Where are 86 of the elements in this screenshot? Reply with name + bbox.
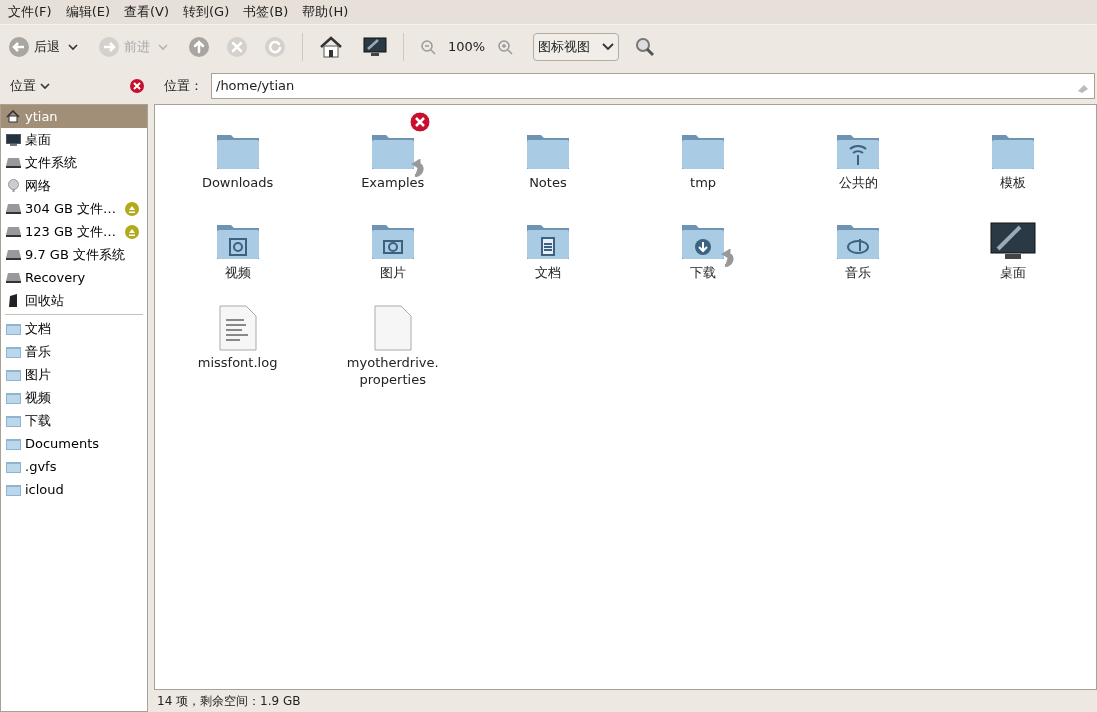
drive-icon bbox=[5, 203, 21, 214]
file-item[interactable]: tmp bbox=[625, 111, 781, 201]
caret-icon bbox=[40, 82, 50, 90]
file-item[interactable]: 下载 bbox=[625, 201, 781, 291]
drive-icon bbox=[5, 272, 21, 283]
file-name: 公共的 bbox=[838, 174, 878, 191]
sidebar-item[interactable]: Documents bbox=[1, 432, 147, 455]
monitor-icon[interactable] bbox=[363, 36, 387, 57]
back-button[interactable]: 后退 bbox=[8, 35, 60, 58]
file-name: missfont.log bbox=[197, 354, 278, 371]
file-item[interactable]: 文档 bbox=[470, 201, 626, 291]
sidebar-item[interactable]: 图片 bbox=[1, 363, 147, 386]
file-name: Examples bbox=[361, 174, 425, 191]
status-text: 14 项，剩余空间：1.9 GB bbox=[157, 693, 301, 710]
file-name: tmp bbox=[690, 174, 717, 191]
monitor-icon bbox=[5, 133, 21, 146]
file-item[interactable]: 图片 bbox=[315, 201, 471, 291]
folder-icon bbox=[5, 483, 21, 496]
location-field[interactable]: /home/ytian bbox=[211, 73, 1095, 99]
sidebar-item[interactable]: 桌面 bbox=[1, 128, 147, 151]
file-name: 图片 bbox=[379, 264, 406, 281]
folder-icon bbox=[5, 437, 21, 450]
file-item[interactable]: 桌面 bbox=[935, 201, 1091, 291]
file-item[interactable]: missfont.log bbox=[160, 291, 316, 392]
file-item[interactable]: Notes bbox=[470, 111, 626, 201]
menu-item[interactable]: 帮助(H) bbox=[302, 2, 349, 22]
sidebar-item[interactable]: 9.7 GB 文件系统 bbox=[1, 243, 147, 266]
sidebar-item[interactable]: 下载 bbox=[1, 409, 147, 432]
sidebar-item[interactable]: .gvfs bbox=[1, 455, 147, 478]
monitor-icon bbox=[990, 221, 1037, 261]
folder-icon bbox=[5, 322, 21, 335]
eject-icon[interactable] bbox=[125, 224, 139, 239]
folder-icon bbox=[5, 460, 21, 473]
file-name: Downloads bbox=[201, 174, 274, 191]
file-name: Notes bbox=[529, 174, 567, 191]
file-item[interactable]: 视频 bbox=[160, 201, 316, 291]
drive-icon bbox=[5, 226, 21, 237]
menu-item[interactable]: 转到(G) bbox=[183, 2, 230, 22]
zoom-level: 100% bbox=[448, 37, 486, 56]
sidebar-item[interactable]: 文档 bbox=[1, 317, 147, 340]
drive-icon bbox=[5, 157, 21, 168]
sidebar-title[interactable]: 位置 bbox=[10, 76, 50, 96]
file-item[interactable]: myotherdrive. properties bbox=[315, 291, 471, 392]
file-name: 音乐 bbox=[845, 264, 872, 281]
sidebar-item[interactable]: 视频 bbox=[1, 386, 147, 409]
location-label: 位置： bbox=[164, 77, 203, 96]
caret-icon bbox=[602, 42, 615, 51]
folder-icon bbox=[5, 391, 21, 404]
folder-icon bbox=[5, 345, 21, 358]
house-icon bbox=[6, 110, 20, 123]
zoom-out-icon[interactable] bbox=[420, 38, 436, 55]
eject-icon[interactable] bbox=[125, 201, 139, 216]
sidebar-item[interactable]: Recovery bbox=[1, 266, 147, 289]
blank-file-icon bbox=[372, 305, 413, 351]
menu-item[interactable]: 书签(B) bbox=[243, 2, 289, 22]
caret-icon[interactable] bbox=[68, 42, 78, 51]
close-icon[interactable] bbox=[130, 79, 144, 93]
sidebar-item[interactable]: 音乐 bbox=[1, 340, 147, 363]
file-item[interactable]: Downloads bbox=[160, 111, 316, 201]
folder-icon bbox=[5, 368, 21, 381]
text-file-icon bbox=[217, 305, 258, 351]
menu-item[interactable]: 查看(V) bbox=[124, 2, 170, 22]
sidebar-item[interactable]: icloud bbox=[1, 478, 147, 501]
file-name: 下载 bbox=[690, 264, 717, 281]
menu-item[interactable]: 文件(F) bbox=[8, 2, 52, 22]
sidebar-item[interactable]: 文件系统 bbox=[1, 151, 147, 174]
home-icon[interactable] bbox=[319, 35, 343, 58]
file-name: 模板 bbox=[1000, 174, 1027, 191]
file-item[interactable]: Examples bbox=[315, 111, 471, 201]
file-name: myotherdrive. properties bbox=[346, 354, 439, 388]
sidebar-item[interactable]: 网络 bbox=[1, 174, 147, 197]
file-item[interactable]: 模板 bbox=[935, 111, 1091, 201]
zoom-in-icon[interactable] bbox=[497, 38, 514, 55]
file-item[interactable]: 音乐 bbox=[780, 201, 936, 291]
menu-item[interactable]: 编辑(E) bbox=[65, 2, 110, 22]
file-name: 视频 bbox=[224, 264, 251, 281]
search-icon[interactable] bbox=[635, 36, 656, 57]
sidebar-item[interactable]: 回收站 bbox=[1, 289, 147, 312]
file-name: 桌面 bbox=[1000, 264, 1027, 281]
view-dropdown[interactable]: 图标视图 bbox=[533, 32, 620, 61]
file-name: 文档 bbox=[534, 264, 561, 281]
drive-icon bbox=[5, 249, 21, 260]
sidebar-item[interactable]: 123 GB 文件… bbox=[1, 220, 147, 243]
sidebar-item[interactable]: 304 GB 文件… bbox=[1, 197, 147, 220]
folder-icon bbox=[5, 414, 21, 427]
file-item[interactable]: 公共的 bbox=[780, 111, 936, 201]
